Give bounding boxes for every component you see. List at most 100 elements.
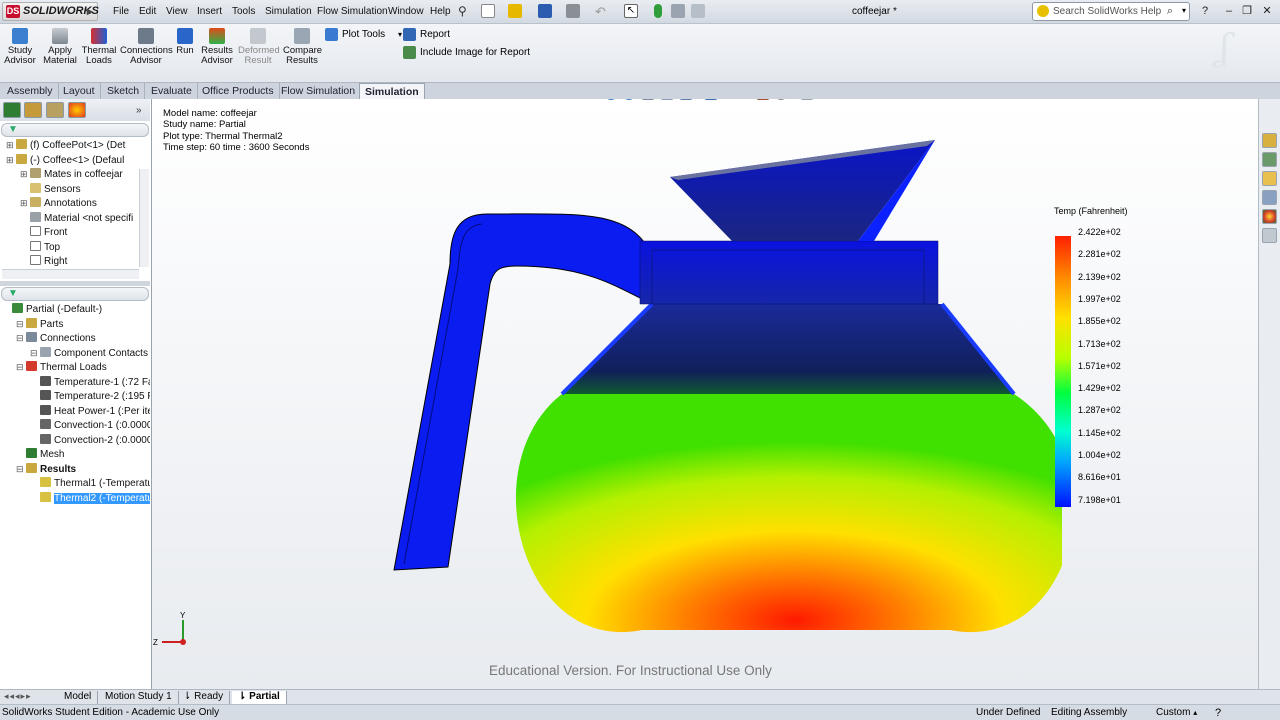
- home-icon[interactable]: [1262, 133, 1277, 148]
- apply-scene-icon[interactable]: [774, 99, 788, 100]
- configuration-manager-tab-icon[interactable]: [46, 102, 64, 118]
- view-orientation-icon[interactable]: [679, 99, 693, 100]
- menu-edit[interactable]: Edit: [139, 6, 156, 17]
- view-settings-icon[interactable]: [800, 99, 814, 100]
- zoom-to-fit-icon[interactable]: [604, 99, 618, 100]
- app-logo-menu[interactable]: DS SOLIDWORKS ▶: [2, 2, 99, 21]
- results-advisor-button[interactable]: Results Advisor: [200, 26, 234, 66]
- graphics-area[interactable]: Model name: coffeejar Study name: Partia…: [152, 99, 1258, 689]
- coffee-pot-model[interactable]: [382, 134, 1062, 644]
- feature-tree-item[interactable]: Front: [2, 226, 139, 241]
- simulation-tree-item[interactable]: Temperature-2 (:195 Fah: [2, 390, 150, 405]
- expand-toggle-icon[interactable]: ⊟: [16, 362, 25, 373]
- tab-motion-study[interactable]: Motion Study 1: [99, 691, 179, 704]
- property-manager-tab-icon[interactable]: [24, 102, 42, 118]
- tab-scroll-arrows-icon[interactable]: ◂◂◂▸▸: [4, 691, 32, 702]
- simulation-tree-item[interactable]: Thermal2 (-Temperatu: [2, 491, 150, 507]
- select-cursor-icon[interactable]: ↖: [624, 4, 638, 18]
- feature-tree-item[interactable]: ⊞ Annotations: [2, 197, 139, 212]
- simulation-tree-item[interactable]: Thermal1 (-Temperature: [2, 477, 150, 492]
- expand-toggle-icon[interactable]: ⊞: [20, 198, 29, 209]
- simulation-tree-item[interactable]: Convection-1 (:0.000061: [2, 419, 150, 434]
- feature-tree-item[interactable]: ⊞ Mates in coffeejar: [2, 168, 139, 183]
- print-icon[interactable]: [566, 4, 580, 18]
- tab-flow-simulation[interactable]: Flow Simulation: [276, 83, 362, 99]
- tab-model[interactable]: Model: [58, 691, 99, 704]
- previous-view-icon[interactable]: [641, 99, 655, 100]
- menu-file[interactable]: File: [113, 6, 129, 17]
- help-status-icon[interactable]: ?: [1215, 707, 1221, 719]
- undo-icon[interactable]: ↶: [595, 4, 609, 19]
- view-palette-icon[interactable]: [1262, 190, 1277, 205]
- chevron-down-icon[interactable]: ▾: [1182, 6, 1186, 15]
- feature-tree-item[interactable]: ⊞ (-) Coffee<1> (Defaul: [2, 153, 139, 169]
- compare-results-button[interactable]: Compare Results: [283, 26, 322, 66]
- simulation-tree-item[interactable]: ⊟ Thermal Loads: [2, 361, 150, 376]
- edit-appearance-icon[interactable]: [756, 99, 770, 100]
- connections-advisor-button[interactable]: Connections Advisor: [120, 26, 173, 66]
- expand-toggle-icon[interactable]: ⊟: [16, 464, 25, 475]
- new-document-icon[interactable]: [481, 4, 495, 18]
- expand-toggle-icon[interactable]: ⊟: [16, 333, 25, 344]
- tab-sketch[interactable]: Sketch: [102, 83, 146, 99]
- expand-toggle-icon[interactable]: ⊞: [6, 155, 15, 166]
- help-search-input[interactable]: Search SolidWorks Help ⌕ ▾: [1032, 2, 1190, 21]
- tab-assembly[interactable]: Assembly: [2, 83, 59, 99]
- tab-layout[interactable]: Layout: [58, 83, 101, 99]
- expand-pane-icon[interactable]: »: [136, 105, 142, 116]
- appearances-icon[interactable]: [1262, 209, 1277, 224]
- deformed-result-button[interactable]: Deformed Result: [238, 26, 280, 66]
- tab-evaluate[interactable]: Evaluate: [146, 83, 198, 99]
- menu-help[interactable]: Help: [430, 6, 451, 17]
- section-view-icon[interactable]: [660, 99, 674, 100]
- menu-tools[interactable]: Tools: [232, 6, 255, 17]
- menu-window[interactable]: Window: [388, 6, 424, 17]
- menu-view[interactable]: View: [166, 6, 188, 17]
- file-properties-icon[interactable]: [671, 4, 685, 18]
- options-icon[interactable]: [691, 4, 705, 18]
- run-button[interactable]: Run: [175, 26, 195, 56]
- feature-tree-tab-icon[interactable]: [3, 102, 21, 118]
- menu-insert[interactable]: Insert: [197, 6, 222, 17]
- tab-simulation[interactable]: Simulation: [359, 83, 425, 99]
- tab-office-products[interactable]: Office Products: [197, 83, 280, 99]
- apply-material-button[interactable]: Apply Material: [42, 26, 78, 66]
- menu-flow-simulation[interactable]: Flow Simulation: [317, 6, 388, 17]
- tab-ready-study[interactable]: ⇂ Ready: [177, 691, 231, 704]
- thermal-loads-button[interactable]: Thermal Loads: [81, 26, 117, 66]
- simulation-tree-item[interactable]: Mesh: [2, 448, 150, 463]
- plot-tools-button[interactable]: Plot Tools ▾: [325, 28, 402, 41]
- rebuild-icon[interactable]: [654, 4, 662, 18]
- units-dropdown[interactable]: Custom ▴: [1156, 707, 1197, 718]
- study-advisor-button[interactable]: Study Advisor: [4, 26, 36, 66]
- pane-splitter[interactable]: [0, 281, 150, 286]
- search-icon[interactable]: ⌕: [1167, 5, 1173, 18]
- simulation-tree-filter[interactable]: ▼: [1, 287, 149, 301]
- feature-tree-item[interactable]: Right: [2, 255, 139, 270]
- feature-tree-filter[interactable]: ▼: [1, 123, 149, 137]
- help-icon[interactable]: ?: [1198, 4, 1212, 18]
- zoom-to-area-icon[interactable]: [622, 99, 636, 100]
- include-image-button[interactable]: Include Image for Report: [403, 46, 530, 59]
- simulation-tree-item[interactable]: ⊟ Parts: [2, 317, 150, 333]
- close-button[interactable]: ✕: [1260, 4, 1274, 18]
- expand-toggle-icon[interactable]: ⊞: [6, 140, 15, 151]
- save-icon[interactable]: [538, 4, 552, 18]
- feature-tree-item[interactable]: Sensors: [2, 182, 139, 198]
- feature-tree-item[interactable]: Material <not specifi: [2, 211, 139, 227]
- simulation-tree-item[interactable]: ⊟ Component Contacts: [2, 346, 150, 362]
- display-manager-tab-icon[interactable]: [68, 102, 86, 118]
- feature-tree-horizontal-scrollbar[interactable]: [2, 269, 139, 279]
- simulation-tree-item[interactable]: ⊟ Connections: [2, 332, 150, 347]
- expand-toggle-icon[interactable]: ⊟: [30, 348, 39, 359]
- feature-tree-vertical-scrollbar[interactable]: [139, 169, 149, 267]
- tab-partial-study[interactable]: ⇂ Partial: [232, 691, 287, 704]
- feature-tree-item[interactable]: ⊞ (f) CoffeePot<1> (Det: [2, 139, 139, 154]
- display-style-icon[interactable]: [704, 99, 718, 100]
- expand-toggle-icon[interactable]: ⊞: [20, 169, 29, 180]
- menu-simulation[interactable]: Simulation: [265, 6, 312, 17]
- expand-toggle-icon[interactable]: ⊟: [16, 319, 25, 330]
- hide-show-items-icon[interactable]: 6ℓ: [730, 99, 744, 100]
- simulation-tree-item[interactable]: ⊟ Results: [2, 462, 150, 478]
- custom-properties-icon[interactable]: [1262, 228, 1277, 243]
